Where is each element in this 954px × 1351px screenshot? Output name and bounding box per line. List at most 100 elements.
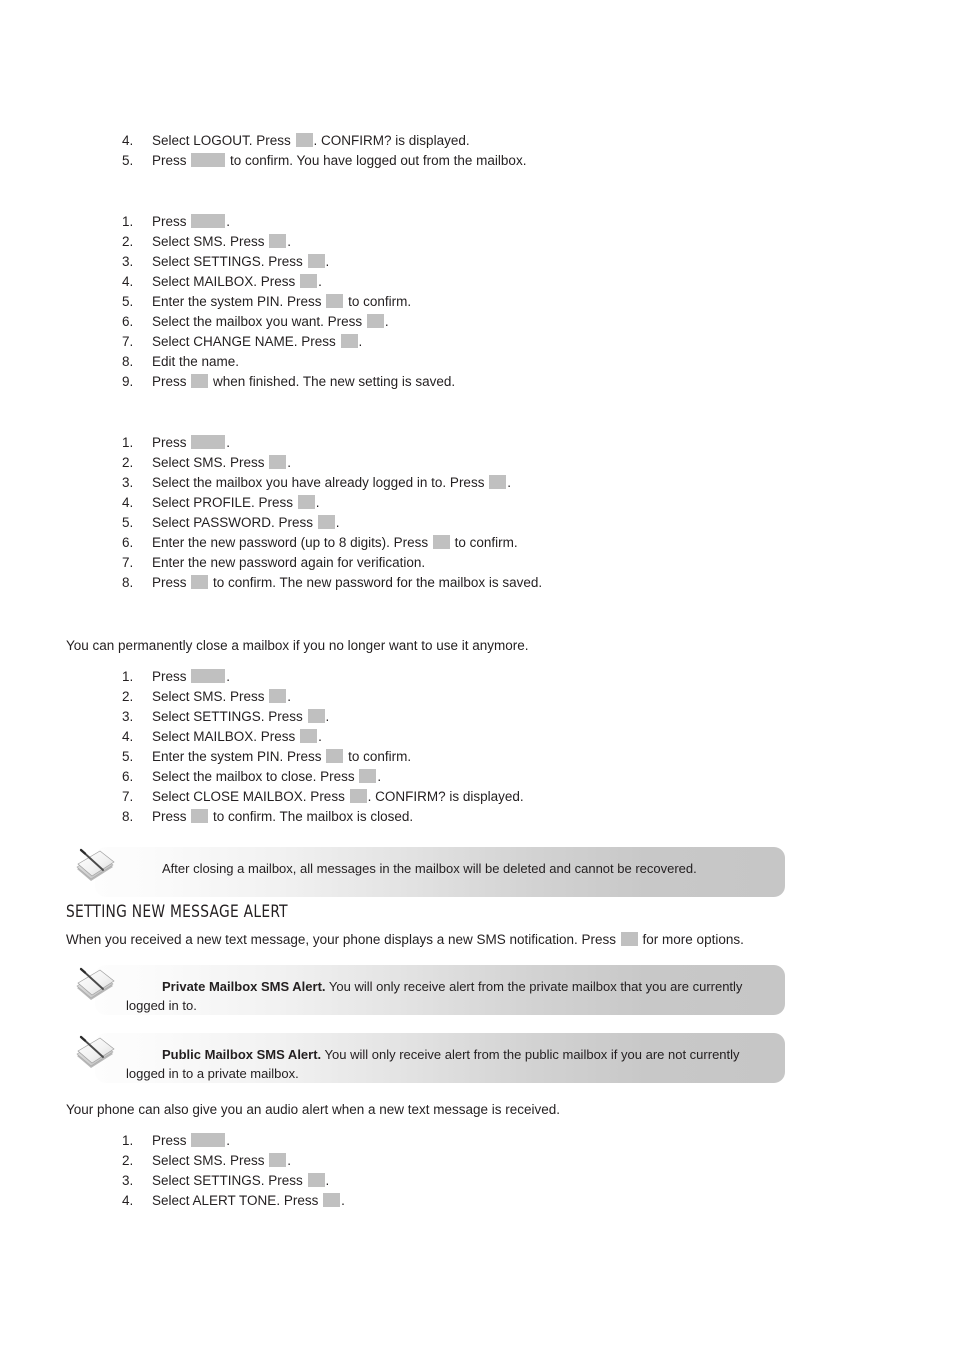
key-placeholder[interactable] bbox=[191, 575, 209, 589]
procedure-step-number: 3. bbox=[122, 1173, 134, 1188]
procedure-step-number: 2. bbox=[122, 1153, 134, 1168]
procedure-step-text: Press bbox=[152, 809, 191, 824]
key-placeholder[interactable] bbox=[489, 475, 507, 489]
new-message-intro-before: When you received a new text message, yo… bbox=[66, 932, 620, 947]
key-placeholder[interactable] bbox=[307, 254, 325, 268]
key-placeholder[interactable] bbox=[295, 133, 313, 147]
key-placeholder[interactable] bbox=[191, 669, 226, 683]
procedure-step-number: 8. bbox=[122, 354, 134, 369]
procedure-step-text: . bbox=[318, 729, 322, 744]
note-box-close-mailbox-text: After closing a mailbox, all messages in… bbox=[126, 859, 767, 878]
procedure-step-text: Enter the system PIN. Press bbox=[152, 749, 326, 764]
new-message-intro-paragraph: When you received a new text message, yo… bbox=[66, 930, 744, 949]
procedure-step: 5. Enter the system PIN. Press to confirm… bbox=[122, 747, 524, 767]
procedure-step-text: Enter the system PIN. Press bbox=[152, 294, 326, 309]
key-placeholder[interactable] bbox=[366, 314, 384, 328]
procedure-step-number: 1. bbox=[122, 1133, 134, 1148]
procedure-list-alert-tone: 1. Press . 2. Select SMS. Press . 3. Select S… bbox=[122, 1131, 345, 1211]
key-placeholder[interactable] bbox=[307, 1173, 325, 1187]
procedure-step: 4. Select LOGOUT. Press . CONFIRM? is dis… bbox=[122, 131, 526, 151]
procedure-step-text: Select SMS. Press bbox=[152, 234, 269, 249]
procedure-step: 3. Select SETTINGS. Press . bbox=[122, 252, 455, 272]
procedure-step: 4. Select ALERT TONE. Press . bbox=[122, 1191, 345, 1211]
key-placeholder[interactable] bbox=[269, 455, 287, 469]
procedure-step: 3. Select SETTINGS. Press . bbox=[122, 1171, 345, 1191]
procedure-step-number: 5. bbox=[122, 294, 134, 309]
procedure-step-text: when finished. The new setting is saved. bbox=[209, 374, 456, 389]
procedure-list-logout: 4. Select LOGOUT. Press . CONFIRM? is dis… bbox=[122, 131, 526, 171]
procedure-step: 9. Press when finished. The new setting i… bbox=[122, 372, 455, 392]
procedure-step-text: Select MAILBOX. Press bbox=[152, 274, 300, 289]
procedure-step: 5. Enter the system PIN. Press to confirm… bbox=[122, 292, 455, 312]
procedure-step: 7. Select CHANGE NAME. Press . bbox=[122, 332, 455, 352]
procedure-step-number: 8. bbox=[122, 809, 134, 824]
procedure-step-number: 1. bbox=[122, 435, 134, 450]
procedure-step: 3. Select the mailbox you have already lo… bbox=[122, 473, 542, 493]
procedure-step-text: . bbox=[325, 1173, 330, 1188]
procedure-step-text: to confirm. bbox=[344, 749, 412, 764]
procedure-step-text: Press bbox=[152, 575, 191, 590]
new-message-intro-after: for more options. bbox=[638, 932, 744, 947]
procedure-step: 1. Press . bbox=[122, 433, 542, 453]
procedure-step-text: to confirm. You have logged out from the… bbox=[226, 153, 527, 168]
procedure-step-text: Press bbox=[152, 214, 191, 229]
key-placeholder[interactable] bbox=[191, 1133, 226, 1147]
audio-alert-intro-paragraph: Your phone can also give you an audio al… bbox=[66, 1102, 561, 1117]
procedure-step-number: 2. bbox=[122, 234, 134, 249]
note-private-lead: Private Mailbox SMS Alert. bbox=[162, 979, 326, 994]
procedure-step-number: 3. bbox=[122, 475, 134, 490]
procedure-step-number: 5. bbox=[122, 153, 134, 168]
key-placeholder[interactable] bbox=[297, 495, 315, 509]
key-placeholder[interactable] bbox=[191, 435, 226, 449]
key-placeholder[interactable] bbox=[300, 729, 318, 743]
key-placeholder[interactable] bbox=[269, 689, 287, 703]
procedure-step-text: . bbox=[287, 234, 292, 249]
procedure-step-text: Select SMS. Press bbox=[152, 1153, 269, 1168]
key-placeholder[interactable] bbox=[191, 153, 226, 167]
procedure-step-text: . bbox=[287, 1153, 292, 1168]
procedure-step-text: . bbox=[341, 1193, 345, 1208]
procedure-step-number: 7. bbox=[122, 789, 134, 804]
procedure-step-text: . bbox=[325, 254, 330, 269]
procedure-step-text: . bbox=[287, 689, 292, 704]
procedure-step-text: Press bbox=[152, 669, 191, 684]
key-placeholder[interactable] bbox=[269, 1153, 287, 1167]
procedure-step-text: . bbox=[335, 515, 340, 530]
key-placeholder[interactable] bbox=[269, 234, 287, 248]
key-placeholder[interactable] bbox=[307, 709, 325, 723]
key-placeholder[interactable] bbox=[432, 535, 450, 549]
procedure-step: 4. Select MAILBOX. Press . bbox=[122, 727, 524, 747]
procedure-step-text: Select SMS. Press bbox=[152, 455, 269, 470]
procedure-step-text: . bbox=[226, 669, 231, 684]
key-placeholder[interactable] bbox=[340, 334, 358, 348]
manual-page: 4. Select LOGOUT. Press . CONFIRM? is dis… bbox=[0, 0, 954, 1351]
key-placeholder[interactable] bbox=[620, 932, 638, 946]
procedure-step-number: 3. bbox=[122, 709, 134, 724]
key-placeholder[interactable] bbox=[349, 789, 367, 803]
procedure-step-text: Press bbox=[152, 1133, 191, 1148]
key-placeholder[interactable] bbox=[191, 809, 209, 823]
key-placeholder[interactable] bbox=[191, 214, 226, 228]
procedure-step-text: . bbox=[318, 274, 322, 289]
procedure-step-text: Select PROFILE. Press bbox=[152, 495, 297, 510]
procedure-step-number: 5. bbox=[122, 515, 134, 530]
procedure-step: 2. Select SMS. Press . bbox=[122, 1151, 345, 1171]
procedure-step: 7. Select CLOSE MAILBOX. Press . CONFIRM?… bbox=[122, 787, 524, 807]
procedure-step-number: 4. bbox=[122, 495, 134, 510]
procedure-step-text: to confirm. The mailbox is closed. bbox=[209, 809, 414, 824]
key-placeholder[interactable] bbox=[323, 1193, 341, 1207]
procedure-step-text: Select LOGOUT. Press bbox=[152, 133, 295, 148]
key-placeholder[interactable] bbox=[326, 294, 344, 308]
key-placeholder[interactable] bbox=[359, 769, 377, 783]
note-box-close-mailbox: After closing a mailbox, all messages in… bbox=[95, 847, 785, 897]
procedure-step-number: 4. bbox=[122, 274, 134, 289]
key-placeholder[interactable] bbox=[300, 274, 318, 288]
note-box-private-mailbox-text: Private Mailbox SMS Alert. You will only… bbox=[126, 977, 767, 1015]
note-paper-pen-icon bbox=[72, 962, 118, 1008]
key-placeholder[interactable] bbox=[317, 515, 335, 529]
key-placeholder[interactable] bbox=[191, 374, 209, 388]
key-placeholder[interactable] bbox=[326, 749, 344, 763]
procedure-step-text: Select SETTINGS. Press bbox=[152, 709, 307, 724]
procedure-step-text: Select the mailbox you want. Press bbox=[152, 314, 366, 329]
procedure-step: 4. Select MAILBOX. Press . bbox=[122, 272, 455, 292]
